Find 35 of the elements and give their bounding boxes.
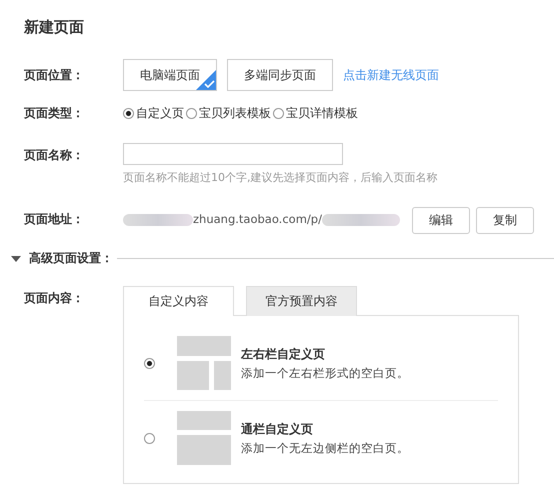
radio-button[interactable] bbox=[186, 108, 197, 118]
page-type-option[interactable]: 宝贝列表模板 bbox=[186, 101, 271, 125]
page-type-option[interactable]: 自定义页 bbox=[123, 101, 184, 125]
option-label: 自定义页 bbox=[136, 105, 184, 122]
field-label: 页面名称： bbox=[24, 147, 85, 164]
option-label: 宝贝详情模板 bbox=[286, 105, 358, 122]
section-title: 高级页面设置： bbox=[29, 250, 113, 267]
caret-down-icon[interactable] bbox=[11, 254, 21, 262]
page-name-hint: 页面名称不能超过10个字,建议先选择页面内容，后输入页面名称 bbox=[123, 170, 438, 185]
radio-button[interactable] bbox=[273, 108, 284, 118]
radio-button[interactable] bbox=[123, 108, 134, 118]
address-action-button[interactable]: 复制 bbox=[476, 207, 534, 234]
layout-radio[interactable] bbox=[144, 432, 155, 444]
field-label: 页面类型： bbox=[24, 105, 85, 122]
page-type-option[interactable]: 宝贝详情模板 bbox=[273, 101, 358, 125]
two-column-layout-icon bbox=[177, 336, 231, 390]
redaction-blur bbox=[123, 214, 193, 226]
layout-description: 添加一个无左边侧栏的空白页。 bbox=[241, 440, 409, 456]
content-tab[interactable]: 自定义内容 bbox=[123, 286, 234, 316]
address-action-button[interactable]: 编辑 bbox=[412, 207, 470, 234]
layout-description: 添加一个左右栏形式的空白页。 bbox=[241, 366, 409, 380]
field-label: 页面内容： bbox=[24, 290, 85, 307]
layout-title: 左右栏自定义页 bbox=[241, 346, 326, 362]
page-position-option[interactable]: 多端同步页面 bbox=[227, 59, 333, 91]
page-address: zhuang.taobao.com/p/ bbox=[193, 211, 322, 228]
page-name-input[interactable] bbox=[123, 143, 343, 165]
layout-title: 通栏自定义页 bbox=[241, 420, 314, 438]
layout-radio[interactable] bbox=[144, 358, 155, 368]
content-tab[interactable]: 官方预置内容 bbox=[246, 286, 357, 316]
field-label: 页面位置： bbox=[24, 67, 85, 84]
field-label: 页面地址： bbox=[24, 211, 85, 228]
full-width-layout-icon bbox=[177, 411, 231, 465]
option-label: 宝贝列表模板 bbox=[199, 105, 271, 122]
page-title: 新建页面 bbox=[24, 18, 85, 37]
page-position-option[interactable]: 电脑端页面 bbox=[123, 59, 217, 91]
